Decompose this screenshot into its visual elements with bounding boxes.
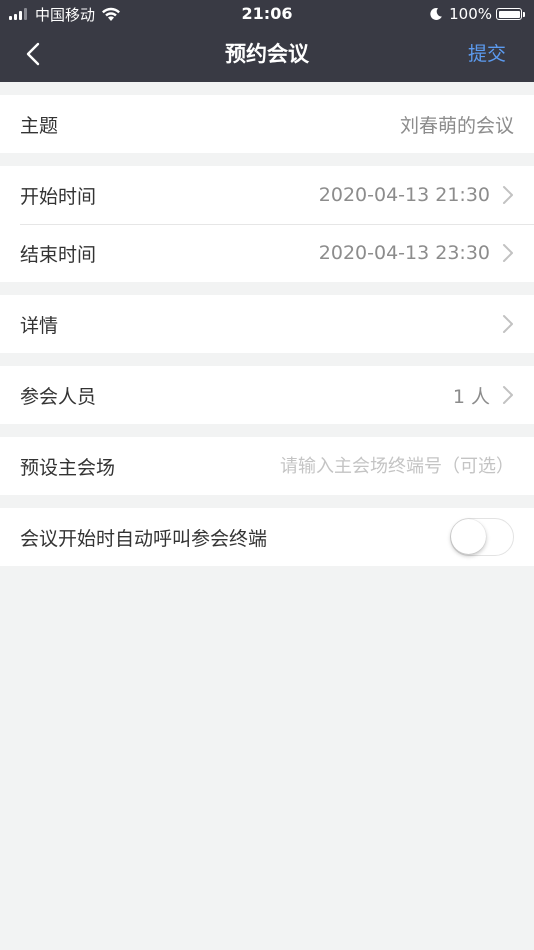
participants-group: 参会人员 1 人 <box>0 366 534 424</box>
details-group: 详情 <box>0 295 534 353</box>
status-right: 100% <box>429 4 525 24</box>
topic-label: 主题 <box>20 114 59 137</box>
moon-icon <box>430 7 442 20</box>
end-time-row[interactable]: 结束时间 2020-04-13 23:30 <box>0 224 534 282</box>
page-title: 预约会议 <box>225 42 309 66</box>
form-content: 主题 刘春萌的会议 开始时间 2020-04-13 21:30 结束时间 202… <box>0 82 534 566</box>
participants-label: 参会人员 <box>20 385 97 408</box>
chevron-right-icon <box>503 315 513 333</box>
chevron-right-icon <box>503 186 513 204</box>
auto-call-label: 会议开始时自动呼叫参会终端 <box>20 527 268 550</box>
details-row[interactable]: 详情 <box>0 295 534 353</box>
start-time-value: 2020-04-13 21:30 <box>318 184 490 206</box>
participants-count: 1 人 <box>452 385 490 408</box>
main-venue-label: 预设主会场 <box>20 456 116 479</box>
app-header: 中国移动 21:06 100% 预约会议 提交 <box>0 0 534 82</box>
time-group: 开始时间 2020-04-13 21:30 结束时间 2020-04-13 23… <box>0 166 534 282</box>
toggle-knob <box>451 519 486 554</box>
participants-row[interactable]: 参会人员 1 人 <box>0 366 534 424</box>
auto-call-row: 会议开始时自动呼叫参会终端 <box>0 508 534 566</box>
topic-value[interactable]: 刘春萌的会议 <box>400 111 514 138</box>
topic-row[interactable]: 主题 刘春萌的会议 <box>0 95 534 153</box>
details-label: 详情 <box>20 314 59 337</box>
topic-group: 主题 刘春萌的会议 <box>0 95 534 153</box>
main-venue-group: 预设主会场 <box>0 437 534 495</box>
battery-icon <box>496 8 522 20</box>
main-venue-row: 预设主会场 <box>0 437 534 495</box>
battery-percentage: 100% <box>449 5 492 23</box>
start-time-label: 开始时间 <box>20 185 97 208</box>
chevron-right-icon <box>503 244 513 262</box>
start-time-row[interactable]: 开始时间 2020-04-13 21:30 <box>0 166 534 224</box>
status-bar: 中国移动 21:06 100% <box>0 0 534 28</box>
auto-call-toggle[interactable] <box>450 518 514 556</box>
end-time-value: 2020-04-13 23:30 <box>318 242 490 264</box>
battery-tip <box>523 11 525 17</box>
main-venue-input[interactable] <box>244 455 514 477</box>
auto-call-group: 会议开始时自动呼叫参会终端 <box>0 508 534 566</box>
chevron-right-icon <box>503 386 513 404</box>
end-time-label: 结束时间 <box>20 243 97 266</box>
submit-button[interactable]: 提交 <box>468 38 506 70</box>
